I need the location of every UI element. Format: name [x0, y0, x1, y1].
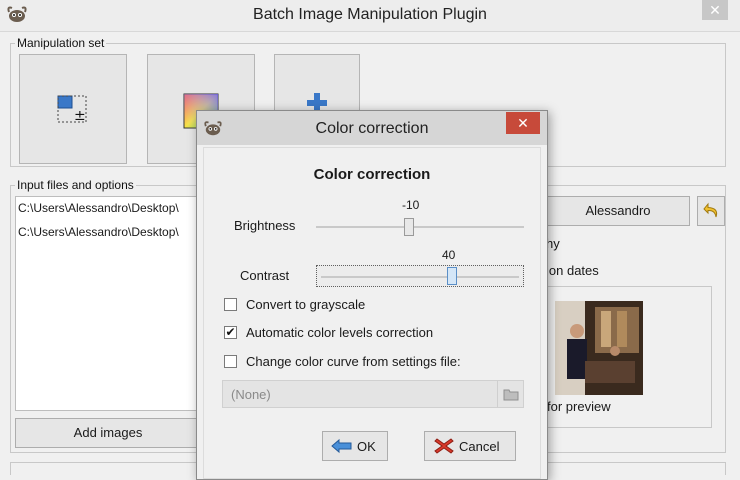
folder-icon [503, 389, 519, 401]
cancel-x-icon [434, 438, 454, 454]
brightness-slider-track[interactable] [316, 226, 524, 228]
cancel-button-label: Cancel [459, 439, 500, 454]
brightness-slider-thumb[interactable] [404, 218, 414, 236]
output-folder-button[interactable]: Alessandro [546, 196, 690, 226]
main-title-bar: Batch Image Manipulation Plugin ✕ [0, 0, 740, 32]
dialog-close-button[interactable]: ✕ [506, 112, 540, 134]
dialog-heading: Color correction [313, 166, 431, 183]
color-curve-checkbox[interactable] [224, 355, 237, 368]
auto-levels-checkbox[interactable]: ✔ [224, 326, 237, 339]
contrast-value: 40 [442, 248, 456, 262]
resize-icon: ± [57, 95, 87, 124]
undo-icon [703, 202, 718, 218]
file-list[interactable]: C:\Users\Alessandro\Desktop\ C:\Users\Al… [15, 196, 201, 411]
ok-button[interactable]: OK [322, 431, 388, 461]
file-list-item[interactable]: C:\Users\Alessandro\Desktop\ [18, 199, 200, 217]
browse-file-button [497, 381, 523, 407]
curve-file-chooser: (None) [222, 380, 524, 408]
input-files-legend: Input files and options [15, 178, 136, 192]
brightness-label: Brightness [234, 218, 296, 233]
contrast-slider-track[interactable] [321, 276, 519, 278]
contrast-slider[interactable] [316, 265, 524, 287]
contrast-label: Contrast [240, 268, 290, 283]
grayscale-checkbox[interactable] [224, 298, 237, 311]
preview-label: for preview [547, 399, 611, 414]
curve-file-value: (None) [231, 387, 271, 402]
main-close-button[interactable]: ✕ [702, 0, 728, 20]
resize-manipulation-tile[interactable]: ± [19, 54, 127, 164]
ok-arrow-icon [331, 438, 352, 454]
auto-levels-checkbox-label[interactable]: Automatic color levels correction [246, 325, 433, 340]
ok-button-label: OK [357, 439, 376, 454]
add-images-button[interactable]: Add images [15, 418, 201, 448]
grayscale-checkbox-label[interactable]: Convert to grayscale [246, 297, 365, 312]
brightness-value: -10 [402, 198, 420, 212]
option-text-partial: ion dates [546, 263, 599, 278]
svg-text:±: ± [74, 108, 86, 124]
preview-thumbnail[interactable] [555, 301, 643, 395]
preview-box: for preview [544, 286, 712, 428]
file-list-item[interactable]: C:\Users\Alessandro\Desktop\ [18, 223, 200, 241]
main-window-title: Batch Image Manipulation Plugin [253, 6, 487, 23]
cancel-button[interactable]: Cancel [424, 431, 516, 461]
dialog-title-bar: Color correction ✕ [197, 111, 547, 145]
undo-button[interactable] [697, 196, 725, 226]
color-curve-checkbox-label[interactable]: Change color curve from settings file: [246, 354, 461, 369]
color-correction-dialog: Color correction ✕ Color correction Brig… [196, 110, 548, 480]
dialog-title: Color correction [315, 120, 429, 137]
manipulation-set-legend: Manipulation set [15, 36, 107, 50]
contrast-slider-thumb[interactable] [447, 267, 457, 285]
option-text-partial: hy [546, 236, 560, 251]
dialog-body: Color correction Brightness -10 Contrast… [203, 147, 541, 479]
